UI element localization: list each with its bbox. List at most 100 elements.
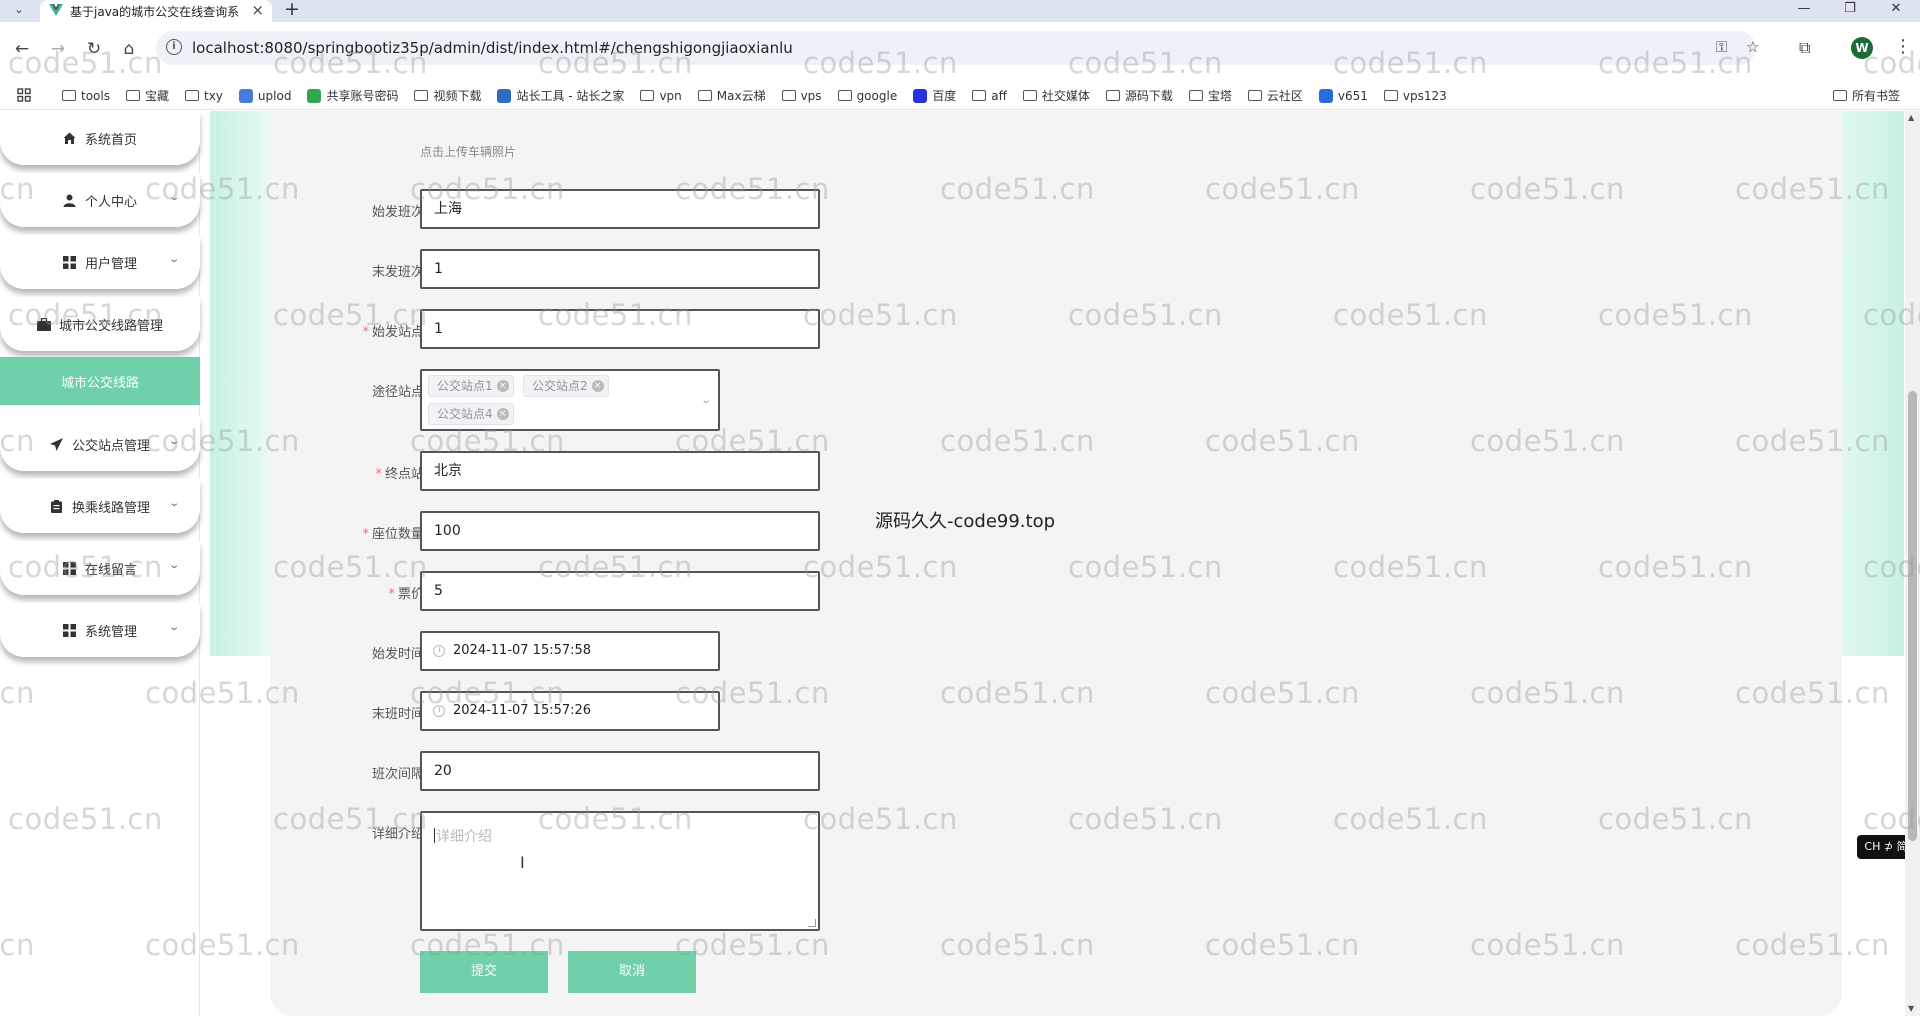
paper-plane-icon	[50, 437, 64, 451]
bookmarks-bar: tools 宝藏 txy uplod 共享账号密码 视频下载 站长工具 - 站长之家 vpn M…	[0, 80, 1920, 110]
site-info-icon[interactable]: i	[166, 39, 182, 55]
start-bus-input[interactable]: 上海	[420, 189, 820, 229]
password-key-icon[interactable]: ⚿	[1716, 38, 1727, 56]
bookmark-label: 百度	[932, 89, 957, 103]
bookmark-item[interactable]: tools	[62, 87, 110, 104]
site-favicon-icon	[497, 88, 512, 103]
chevron-down-icon: ⌄	[167, 560, 180, 571]
address-bar[interactable]: i localhost:8080/springbootiz35p/admin/d…	[156, 31, 1759, 65]
restore-icon[interactable]: ❐	[1828, 0, 1872, 20]
folder-icon	[781, 90, 796, 101]
detail-textarea[interactable]: 详细介绍	[420, 811, 820, 931]
all-bookmarks[interactable]: 所有书签	[1833, 87, 1900, 104]
sidebar-item-home[interactable]: 系统首页	[0, 111, 200, 165]
sidebar-item-stations[interactable]: 公交站点管理 ⌄	[0, 417, 200, 471]
bookmark-item[interactable]: 云社区	[1247, 87, 1303, 104]
minimize-icon[interactable]: —	[1782, 0, 1826, 20]
cancel-button[interactable]: 取消	[568, 951, 696, 993]
bookmark-item[interactable]: google	[837, 87, 897, 104]
grid-icon	[63, 255, 77, 269]
bookmark-label: uplod	[257, 88, 292, 103]
interval-input[interactable]: 20	[420, 751, 820, 791]
submit-button[interactable]: 提交	[420, 951, 548, 993]
tag-close-icon[interactable]: ×	[496, 380, 509, 392]
sidebar-item-profile[interactable]: 个人中心 ⌄	[0, 173, 200, 227]
bookmark-item[interactable]: 社交媒体	[1022, 87, 1090, 104]
apps-grid-icon[interactable]	[17, 88, 31, 102]
clipboard-icon	[50, 499, 64, 513]
sidebar-item-bus-lines[interactable]: 城市公交线路管理	[0, 297, 200, 351]
bookmark-item[interactable]: 宝塔	[1188, 87, 1232, 104]
decor-left	[210, 111, 270, 656]
folder-icon	[1833, 90, 1847, 101]
bookmark-star-icon[interactable]: ☆	[1746, 38, 1759, 56]
chevron-down-icon[interactable]: ⌄	[700, 395, 712, 406]
chevron-down-icon: ⌄	[167, 254, 180, 265]
tag-close-icon[interactable]: ×	[496, 408, 509, 420]
text-caret	[434, 828, 435, 843]
bookmark-item[interactable]: Max云梯	[697, 87, 766, 104]
start-time-picker[interactable]: 2024-11-07 15:57:58	[420, 631, 720, 671]
via-stations-select[interactable]: 公交站点1 × 公交站点2 × 公交站点4 × ⌄	[420, 369, 720, 431]
sidebar-item-label: 公交站点管理	[71, 438, 150, 454]
site-favicon-icon	[1318, 88, 1333, 103]
seats-input[interactable]: 100	[420, 511, 820, 551]
browser-menu-icon[interactable]: ⋮	[1894, 36, 1912, 57]
folder-icon	[972, 90, 987, 101]
start-station-input[interactable]: 1	[420, 309, 820, 349]
sidebar-item-users[interactable]: 用户管理 ⌄	[0, 235, 200, 289]
bookmark-item[interactable]: txy	[185, 87, 223, 104]
resize-handle-icon[interactable]	[808, 919, 816, 927]
scroll-up-icon[interactable]: ▲	[1908, 113, 1914, 122]
vue-favicon-icon	[49, 4, 63, 16]
fare-input[interactable]: 5	[420, 571, 820, 611]
window-close-icon[interactable]: ✕	[1874, 0, 1918, 20]
upload-hint[interactable]: 点击上传车辆照片	[420, 143, 516, 160]
bookmark-item[interactable]: 百度	[913, 87, 956, 104]
bookmark-item[interactable]: aff	[972, 87, 1007, 104]
reload-icon[interactable]: ↻	[82, 38, 106, 62]
bookmark-item[interactable]: vps123	[1383, 87, 1447, 104]
chevron-down-icon: ⌄	[167, 498, 180, 509]
last-bus-input[interactable]: 1	[420, 249, 820, 289]
page-scrollbar[interactable]: ▲ ▼	[1905, 111, 1920, 1016]
home-icon[interactable]: ⌂	[117, 38, 141, 62]
bookmark-item[interactable]: v651	[1318, 87, 1368, 104]
sidebar-subitem-bus-line[interactable]: 城市公交线路	[0, 357, 200, 405]
sidebar-item-transfer[interactable]: 换乘线路管理 ⌄	[0, 479, 200, 533]
folder-icon	[1247, 90, 1262, 101]
sidebar-item-label: 用户管理	[84, 256, 137, 272]
bookmark-label: 社交媒体	[1041, 89, 1090, 103]
bookmark-item[interactable]: 源码下载	[1105, 87, 1173, 104]
back-icon[interactable]: ←	[10, 38, 34, 62]
folder-icon	[185, 90, 199, 101]
extensions-icon[interactable]: ⧉	[1799, 38, 1810, 58]
end-station-input[interactable]: 北京	[420, 451, 820, 491]
bookmark-item[interactable]: 宝藏	[125, 87, 169, 104]
sidebar-item-messages[interactable]: 在线留言 ⌄	[0, 541, 200, 595]
browser-tab[interactable]: 基于java的城市公交在线查询系 ×	[40, 0, 272, 22]
scroll-down-icon[interactable]: ▼	[1908, 1004, 1914, 1013]
fare-label: * 票价	[388, 587, 424, 602]
bookmark-item[interactable]: 视频下载	[414, 87, 481, 104]
sidebar-item-system[interactable]: 系统管理 ⌄	[0, 603, 200, 657]
tab-close-icon[interactable]: ×	[251, 1, 264, 19]
folder-icon	[837, 90, 852, 101]
bookmark-item[interactable]: vpn	[640, 87, 682, 104]
end-time-picker[interactable]: 2024-11-07 15:57:26	[420, 691, 720, 731]
bookmark-item[interactable]: uplod	[238, 87, 292, 104]
tag-close-icon[interactable]: ×	[591, 380, 604, 392]
tab-search-icon[interactable]: ⌄	[8, 0, 30, 20]
bookmark-item[interactable]: 共享账号密码	[307, 87, 398, 104]
scroll-thumb[interactable]	[1908, 391, 1917, 841]
bookmark-label: 宝塔	[1207, 89, 1232, 103]
bookmark-item[interactable]: 站长工具 - 站长之家	[497, 87, 624, 104]
forward-icon[interactable]: →	[46, 38, 70, 62]
text-cursor-icon: I	[520, 853, 525, 872]
chevron-down-icon: ⌄	[167, 436, 180, 447]
bookmark-item[interactable]: vps	[781, 87, 822, 104]
folder-icon	[125, 90, 140, 101]
new-tab-icon[interactable]: +	[284, 0, 300, 20]
bookmark-label: aff	[991, 88, 1007, 103]
profile-avatar[interactable]: W	[1851, 37, 1873, 59]
